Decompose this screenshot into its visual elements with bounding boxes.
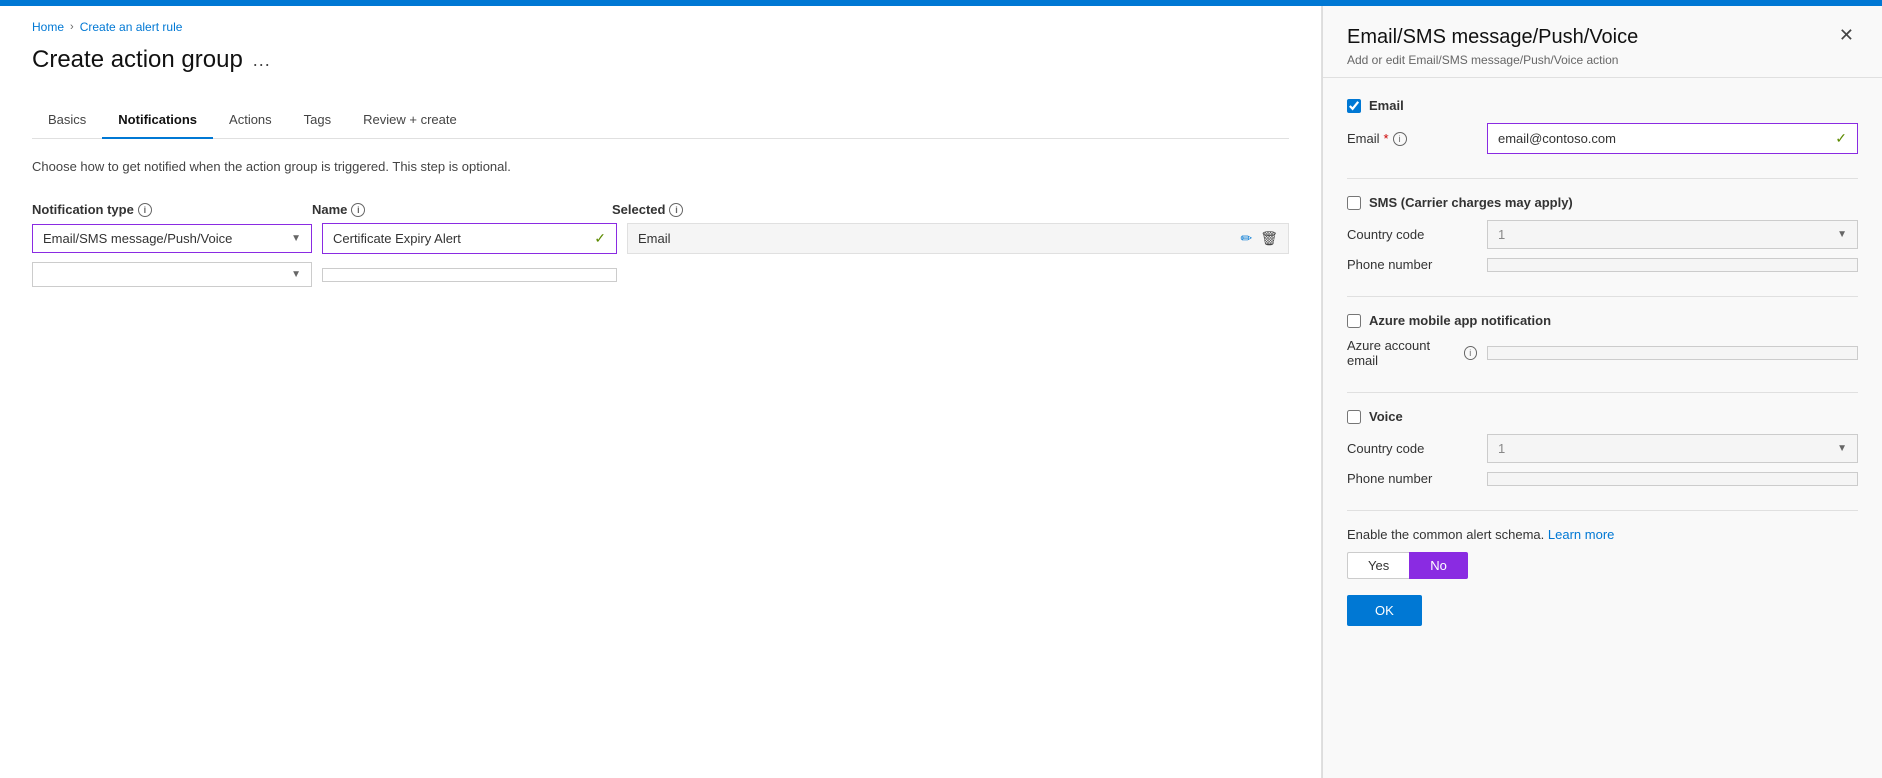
azure-account-info-icon[interactable]: i (1464, 346, 1477, 360)
name-checkmark-icon: ✓ (594, 230, 606, 247)
required-indicator: * (1384, 131, 1389, 146)
right-panel-body: Email Email * i email@contoso.com ✓ (1323, 78, 1882, 778)
ellipsis-button[interactable]: ... (253, 50, 271, 71)
voice-phone-row: Phone number (1347, 471, 1858, 486)
voice-phone-input[interactable] (1487, 472, 1858, 486)
email-checkbox[interactable] (1347, 99, 1361, 113)
close-button[interactable]: ✕ (1835, 26, 1858, 44)
name-field-filled[interactable]: Certificate Expiry Alert ✓ (322, 223, 617, 254)
tab-tags[interactable]: Tags (288, 102, 347, 139)
email-input-value: email@contoso.com (1498, 131, 1835, 146)
sms-country-value: 1 (1498, 227, 1505, 242)
breadcrumb-alert-rule[interactable]: Create an alert rule (80, 20, 183, 34)
breadcrumb-home[interactable]: Home (32, 20, 64, 34)
sms-phone-row: Phone number (1347, 257, 1858, 272)
azure-account-row: Azure account email i (1347, 338, 1858, 368)
sms-country-label: Country code (1347, 227, 1477, 242)
ok-button[interactable]: OK (1347, 595, 1422, 626)
page-title: Create action group (32, 46, 243, 74)
sms-phone-label: Phone number (1347, 257, 1477, 272)
voice-checkbox-row: Voice (1347, 409, 1858, 424)
sms-phone-input[interactable] (1487, 258, 1858, 272)
right-panel-title-block: Email/SMS message/Push/Voice Add or edit… (1347, 26, 1638, 67)
voice-label: Voice (1369, 409, 1403, 424)
azure-account-input[interactable] (1487, 346, 1858, 360)
name-value: Certificate Expiry Alert (333, 231, 461, 246)
sms-country-row: Country code 1 ▼ (1347, 220, 1858, 249)
type-empty-chevron-icon: ▼ (291, 269, 301, 280)
tab-notifications[interactable]: Notifications (102, 102, 213, 139)
voice-phone-label: Phone number (1347, 471, 1477, 486)
type-info-icon[interactable]: i (138, 203, 152, 217)
table-row: Email/SMS message/Push/Voice ▼ Certifica… (32, 223, 1289, 254)
voice-checkbox[interactable] (1347, 410, 1361, 424)
type-value: Email/SMS message/Push/Voice (43, 231, 232, 246)
left-panel: Home › Create an alert rule Create actio… (0, 6, 1322, 778)
tab-actions[interactable]: Actions (213, 102, 288, 139)
voice-section: Voice Country code 1 ▼ Phone number (1347, 409, 1858, 486)
azure-mobile-checkbox[interactable] (1347, 314, 1361, 328)
notification-grid: Notification type i Name i Selected i Em… (32, 202, 1289, 287)
type-dropdown-empty[interactable]: ▼ (32, 262, 312, 287)
col-header-selected: Selected i (612, 202, 1289, 217)
learn-more-link[interactable]: Learn more (1548, 527, 1614, 542)
sms-country-select[interactable]: 1 ▼ (1487, 220, 1858, 249)
right-panel-title: Email/SMS message/Push/Voice (1347, 26, 1638, 49)
sms-checkbox-row: SMS (Carrier charges may apply) (1347, 195, 1858, 210)
voice-country-chevron-icon: ▼ (1837, 443, 1847, 454)
schema-label: Enable the common alert schema. Learn mo… (1347, 527, 1858, 542)
col-header-type: Notification type i (32, 202, 312, 217)
col-header-name: Name i (312, 202, 612, 217)
edit-icon[interactable]: ✏ (1240, 230, 1252, 247)
email-field-row: Email * i email@contoso.com ✓ (1347, 123, 1858, 154)
azure-mobile-label: Azure mobile app notification (1369, 313, 1551, 328)
page-title-row: Create action group ... (32, 46, 1289, 74)
action-icons: ✏ 🗑 (1240, 230, 1278, 247)
breadcrumb: Home › Create an alert rule (32, 6, 1289, 46)
sms-section: SMS (Carrier charges may apply) Country … (1347, 195, 1858, 272)
type-dropdown-filled[interactable]: Email/SMS message/Push/Voice ▼ (32, 224, 312, 253)
tabs-bar: Basics Notifications Actions Tags Review… (32, 102, 1289, 139)
email-label: Email (1369, 98, 1404, 113)
tab-review-create[interactable]: Review + create (347, 102, 473, 139)
breadcrumb-separator-1: › (70, 21, 74, 33)
voice-country-select[interactable]: 1 ▼ (1487, 434, 1858, 463)
email-section: Email Email * i email@contoso.com ✓ (1347, 98, 1858, 154)
azure-account-label: Azure account email i (1347, 338, 1477, 368)
schema-no-toggle[interactable]: No (1409, 552, 1468, 579)
email-info-icon[interactable]: i (1393, 132, 1407, 146)
voice-country-value: 1 (1498, 441, 1505, 456)
azure-mobile-checkbox-row: Azure mobile app notification (1347, 313, 1858, 328)
email-field-label: Email * i (1347, 131, 1477, 146)
selected-field-filled: Email ✏ 🗑 (627, 223, 1289, 254)
delete-icon[interactable]: 🗑 (1260, 230, 1278, 247)
name-field-empty[interactable] (322, 268, 617, 282)
selected-value: Email (638, 231, 671, 246)
right-panel: Email/SMS message/Push/Voice Add or edit… (1322, 6, 1882, 778)
email-input[interactable]: email@contoso.com ✓ (1487, 123, 1858, 154)
divider-3 (1347, 392, 1858, 393)
azure-mobile-section: Azure mobile app notification Azure acco… (1347, 313, 1858, 368)
table-row: ▼ (32, 262, 1289, 287)
divider-2 (1347, 296, 1858, 297)
selected-info-icon[interactable]: i (669, 203, 683, 217)
email-checkbox-row: Email (1347, 98, 1858, 113)
voice-country-row: Country code 1 ▼ (1347, 434, 1858, 463)
email-valid-icon: ✓ (1835, 130, 1847, 147)
voice-country-label: Country code (1347, 441, 1477, 456)
schema-section: Enable the common alert schema. Learn mo… (1347, 510, 1858, 626)
page-description: Choose how to get notified when the acti… (32, 159, 1289, 174)
name-info-icon[interactable]: i (351, 203, 365, 217)
divider-1 (1347, 178, 1858, 179)
right-panel-header: Email/SMS message/Push/Voice Add or edit… (1323, 6, 1882, 78)
right-panel-subtitle: Add or edit Email/SMS message/Push/Voice… (1347, 53, 1638, 67)
type-chevron-icon: ▼ (291, 233, 301, 244)
schema-toggle-group: Yes No (1347, 552, 1858, 579)
sms-checkbox[interactable] (1347, 196, 1361, 210)
schema-yes-toggle[interactable]: Yes (1347, 552, 1409, 579)
sms-country-chevron-icon: ▼ (1837, 229, 1847, 240)
grid-header-row: Notification type i Name i Selected i (32, 202, 1289, 217)
tab-basics[interactable]: Basics (32, 102, 102, 139)
sms-label: SMS (Carrier charges may apply) (1369, 195, 1573, 210)
